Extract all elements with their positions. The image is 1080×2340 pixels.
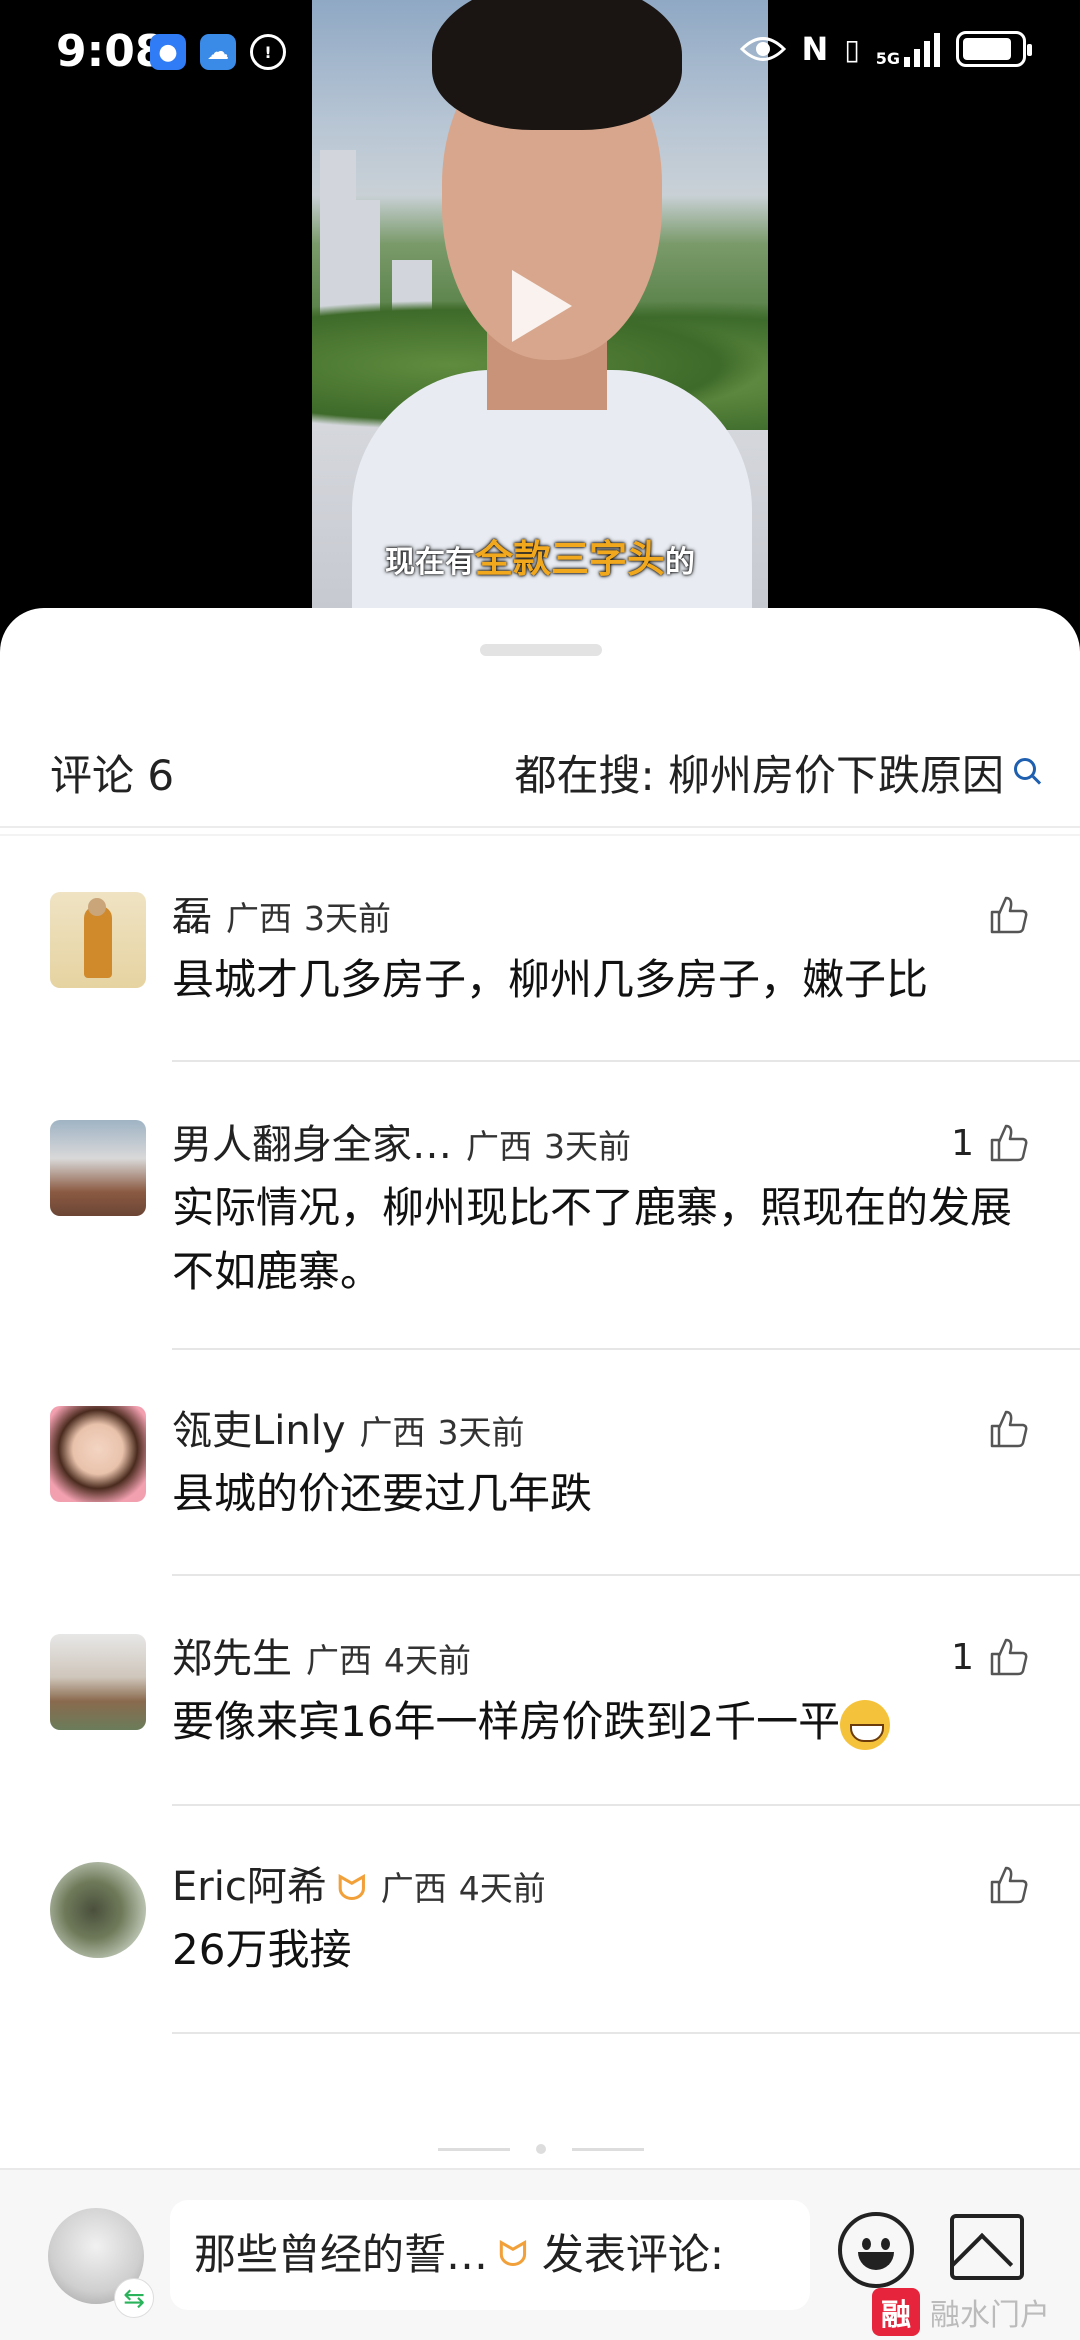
caption-part: 现在有 <box>384 545 475 580</box>
notification-count-icon: ! <box>250 34 286 70</box>
avatar[interactable] <box>50 1120 146 1216</box>
thumbs-up-icon <box>990 1866 1028 1904</box>
comment-location: 广西 <box>306 1641 372 1680</box>
comment-location: 广西 <box>380 1869 447 1908</box>
like-button[interactable]: 1 <box>951 1636 1030 1678</box>
play-icon[interactable] <box>512 270 572 342</box>
building-shape <box>320 150 356 320</box>
comment-body: 磊 广西 3天前 县城才几多房子，柳州几多房子，嫩子比 <box>172 884 1040 1012</box>
comment-meta: 瓴吏Linly 广西 3天前 <box>172 1398 1040 1456</box>
cellular-signal-icon: 5G <box>876 31 940 67</box>
watermark-text: 融水门户 <box>930 2298 1050 2333</box>
comment-text[interactable]: 县城的价还要过几年跌 <box>172 1462 1040 1526</box>
page-indicator <box>438 2144 644 2154</box>
comment-divider <box>172 1804 1080 1806</box>
comment-divider <box>172 1060 1080 1062</box>
chat-app-icon: ● <box>150 34 186 70</box>
comment-location: 广西 <box>226 899 292 938</box>
vibrate-icon: ▯ <box>844 32 860 66</box>
comment-input-bar: ⇆ 那些曾经的誓… ᗢ 发表评论: 融 融水门户 <box>0 2168 1080 2340</box>
drag-handle[interactable] <box>480 644 602 656</box>
comment-meta: Eric阿希 ᗢ 广西 4天前 <box>172 1854 1040 1912</box>
comment-time: 3天前 <box>544 1127 631 1166</box>
comment-time: 3天前 <box>437 1413 525 1452</box>
comment-author[interactable]: 郑先生 <box>172 1626 292 1684</box>
vip-badge-icon: ᗢ <box>336 1868 367 1909</box>
comment-location: 广西 <box>466 1127 532 1166</box>
trending-search-link[interactable]: 都在搜: 柳州房价下跌原因 <box>514 742 1036 803</box>
comment-author[interactable]: Eric阿希 <box>172 1854 327 1912</box>
thumbs-up-icon <box>990 896 1028 934</box>
comment-location: 广西 <box>359 1413 426 1452</box>
comment-body: Eric阿希 ᗢ 广西 4天前 26万我接 <box>172 1854 1040 1982</box>
comment-time: 4天前 <box>384 1641 471 1680</box>
comment-text[interactable]: 26万我接 <box>172 1918 1040 1982</box>
comment-body: 郑先生 广西 4天前 要像来宾16年一样房价跌到2千一平 <box>172 1626 1040 1754</box>
avatar[interactable] <box>50 1862 146 1958</box>
notification-icons: ● ☁ ! <box>150 34 286 70</box>
battery-icon <box>956 31 1032 67</box>
grinning-emoji-icon <box>840 1699 891 1750</box>
comment-text[interactable]: 县城才几多房子，柳州几多房子，嫩子比 <box>172 948 1040 1012</box>
comment-author[interactable]: 瓴吏Linly <box>172 1398 346 1456</box>
input-placeholder: 那些曾经的誓… <box>194 2230 489 2279</box>
comments-sheet: 评论 6 都在搜: 柳州房价下跌原因 磊 广西 3天前 县城才几多房子，柳州几多… <box>0 608 1080 2340</box>
thumbs-up-icon <box>990 1638 1028 1676</box>
emoji-icon[interactable] <box>838 2212 914 2288</box>
header-divider <box>0 834 1080 836</box>
like-button[interactable] <box>974 894 1030 936</box>
watermark-logo: 融 <box>872 2288 920 2336</box>
watermark: 融 融水门户 <box>872 2288 1050 2336</box>
input-placeholder-suffix: 发表评论: <box>541 2230 725 2279</box>
image-icon[interactable] <box>950 2214 1024 2280</box>
comment-text-content: 要像来宾16年一样房价跌到2千一平 <box>172 1697 841 1746</box>
like-button[interactable] <box>974 1864 1030 1906</box>
comment-divider <box>172 2032 1080 2034</box>
status-indicators: N ▯ 5G <box>739 30 1032 68</box>
avatar[interactable] <box>50 1634 146 1730</box>
comment-meta: 磊 广西 3天前 <box>172 884 1040 942</box>
comment-body: 瓴吏Linly 广西 3天前 县城的价还要过几年跌 <box>172 1398 1040 1526</box>
comment-body: 男人翻身全家… 广西 3天前 实际情况，柳州现比不了鹿寨，照现在的发展不如鹿寨。 <box>172 1112 1040 1304</box>
avatar[interactable] <box>50 1406 146 1502</box>
avatar[interactable] <box>50 892 146 988</box>
thumbs-up-icon <box>990 1410 1028 1448</box>
comment-author[interactable]: 男人翻身全家… <box>172 1112 452 1170</box>
comments-header: 评论 6 都在搜: 柳州房价下跌原因 <box>0 718 1080 818</box>
comment-time: 3天前 <box>304 899 391 938</box>
comment-count: 评论 6 <box>50 751 175 800</box>
comment-text[interactable]: 要像来宾16年一样房价跌到2千一平 <box>172 1690 1040 1754</box>
video-caption: 现在有全款三字头的 <box>312 528 768 583</box>
caption-part: 的 <box>665 545 695 580</box>
search-icon <box>1014 757 1036 780</box>
comment-divider <box>172 1348 1080 1350</box>
header-divider <box>0 826 1080 828</box>
comment-input[interactable]: 那些曾经的誓… ᗢ 发表评论: <box>170 2200 810 2310</box>
trending-search-text: 都在搜: 柳州房价下跌原因 <box>514 751 1004 800</box>
comment-time: 4天前 <box>458 1869 546 1908</box>
switch-account-icon[interactable]: ⇆ <box>114 2278 154 2318</box>
like-button[interactable]: 1 <box>951 1122 1030 1164</box>
network-type: 5G <box>875 49 900 68</box>
like-button[interactable] <box>974 1408 1030 1450</box>
eye-comfort-icon <box>739 37 786 61</box>
vip-badge-icon: ᗢ <box>498 2234 528 2275</box>
battery-level-fill <box>963 38 1011 60</box>
comment-meta: 男人翻身全家… 广西 3天前 <box>172 1112 1040 1170</box>
nfc-icon: N <box>801 30 829 68</box>
like-count: 1 <box>951 1636 974 1678</box>
like-count: 1 <box>951 1122 974 1164</box>
comment-divider <box>172 1574 1080 1576</box>
comment-author[interactable]: 磊 <box>172 884 212 942</box>
comment-meta: 郑先生 广西 4天前 <box>172 1626 1040 1684</box>
status-bar: 9:08 ● ☁ ! N ▯ 5G <box>0 0 1080 110</box>
comment-text[interactable]: 实际情况，柳州现比不了鹿寨，照现在的发展不如鹿寨。 <box>172 1176 1040 1304</box>
weather-icon: ☁ <box>200 34 236 70</box>
thumbs-up-icon <box>990 1124 1028 1162</box>
caption-highlight: 全款三字头 <box>474 537 665 581</box>
